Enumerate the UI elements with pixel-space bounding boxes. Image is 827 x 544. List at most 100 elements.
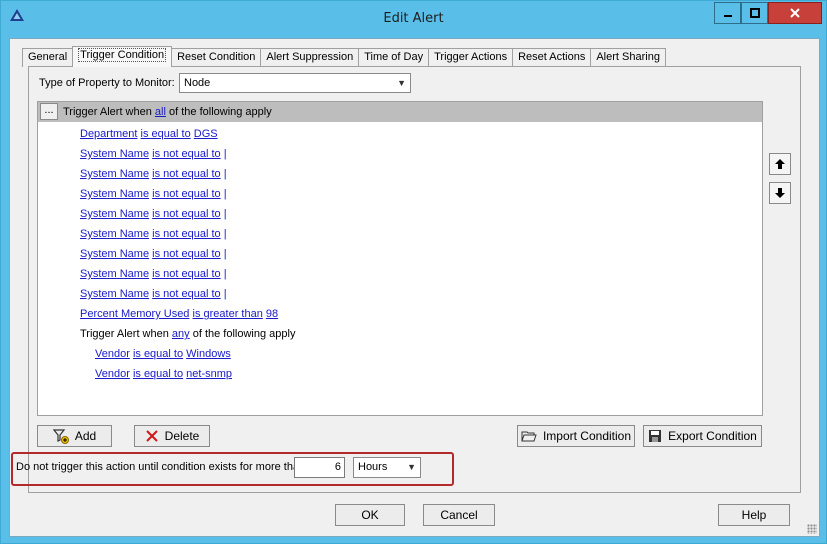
tab-time-of-day[interactable]: Time of Day xyxy=(358,48,430,67)
maximize-button[interactable] xyxy=(741,2,768,24)
duration-value-input[interactable]: 6 xyxy=(294,457,345,478)
condition-value[interactable]: | xyxy=(224,188,227,200)
save-disk-icon xyxy=(649,430,662,442)
arrow-up-icon xyxy=(775,159,785,169)
subgroup-prefix: Trigger Alert when xyxy=(80,328,169,340)
condition-group-header: ... Trigger Alert when all of the follow… xyxy=(38,102,762,122)
condition-value[interactable]: | xyxy=(224,228,227,240)
condition-value[interactable]: | xyxy=(224,248,227,260)
condition-row: System Name is not equal to | xyxy=(80,246,227,262)
condition-field[interactable]: System Name xyxy=(80,168,149,180)
cancel-button[interactable]: Cancel xyxy=(423,504,495,526)
folder-open-icon xyxy=(521,431,537,442)
duration-unit-select[interactable]: Hours ▼ xyxy=(353,457,421,478)
edit-alert-window: Edit Alert General Trigger Condition Res… xyxy=(0,0,827,544)
condition-field[interactable]: System Name xyxy=(80,288,149,300)
condition-field[interactable]: System Name xyxy=(80,188,149,200)
help-button[interactable]: Help xyxy=(718,504,790,526)
condition-field[interactable]: Department xyxy=(80,128,137,140)
condition-operator[interactable]: is not equal to xyxy=(152,188,221,200)
delete-condition-button[interactable]: Delete xyxy=(134,425,210,447)
condition-field[interactable]: System Name xyxy=(80,148,149,160)
title-bar[interactable]: Edit Alert xyxy=(1,1,826,37)
window-title: Edit Alert xyxy=(383,11,444,26)
tab-alert-sharing[interactable]: Alert Sharing xyxy=(590,48,666,67)
chevron-down-icon: ▼ xyxy=(407,462,416,472)
minimize-button[interactable] xyxy=(714,2,741,24)
condition-operator[interactable]: is equal to xyxy=(141,128,191,140)
ok-button[interactable]: OK xyxy=(335,504,405,526)
subgroup-suffix: of the following apply xyxy=(192,328,296,340)
condition-operator[interactable]: is equal to xyxy=(133,368,183,380)
condition-operator[interactable]: is equal to xyxy=(133,348,183,360)
subgroup-header: Trigger Alert when any of the following … xyxy=(80,326,295,342)
group-menu-button[interactable]: ... xyxy=(40,103,58,120)
condition-row: System Name is not equal to | xyxy=(80,226,227,242)
group-header-prefix: Trigger Alert when xyxy=(63,106,152,118)
group-header-suffix: of the following apply xyxy=(169,106,272,118)
condition-field[interactable]: Vendor xyxy=(95,368,130,380)
group-mode-link[interactable]: all xyxy=(155,106,166,118)
condition-operator[interactable]: is not equal to xyxy=(152,228,221,240)
condition-field[interactable]: System Name xyxy=(80,208,149,220)
condition-field[interactable]: System Name xyxy=(80,228,149,240)
condition-value[interactable]: net-snmp xyxy=(186,368,232,380)
import-condition-button[interactable]: Import Condition xyxy=(517,425,635,447)
condition-field[interactable]: Vendor xyxy=(95,348,130,360)
dialog-client-area: General Trigger Condition Reset Conditio… xyxy=(9,38,820,537)
condition-value[interactable]: | xyxy=(224,148,227,160)
tab-general[interactable]: General xyxy=(22,48,74,67)
condition-row: System Name is not equal to | xyxy=(80,206,227,222)
tab-reset-actions[interactable]: Reset Actions xyxy=(512,48,592,67)
minimize-icon xyxy=(723,15,732,17)
property-type-select[interactable]: Node ▼ xyxy=(179,73,411,93)
condition-value[interactable]: | xyxy=(224,268,227,280)
condition-value[interactable]: | xyxy=(224,208,227,220)
condition-field[interactable]: System Name xyxy=(80,268,149,280)
condition-operator[interactable]: is not equal to xyxy=(152,268,221,280)
tab-trigger-actions[interactable]: Trigger Actions xyxy=(428,48,514,67)
condition-field[interactable]: System Name xyxy=(80,248,149,260)
condition-operator[interactable]: is not equal to xyxy=(152,168,221,180)
condition-row: System Name is not equal to | xyxy=(80,186,227,202)
condition-tree[interactable]: ... Trigger Alert when all of the follow… xyxy=(37,101,763,416)
condition-operator[interactable]: is greater than xyxy=(193,308,263,320)
subgroup-mode-link[interactable]: any xyxy=(172,328,190,340)
condition-operator[interactable]: is not equal to xyxy=(152,208,221,220)
property-type-value: Node xyxy=(184,77,211,89)
condition-value[interactable]: | xyxy=(224,288,227,300)
tab-trigger-condition[interactable]: Trigger Condition xyxy=(72,46,173,67)
condition-row: System Name is not equal to | xyxy=(80,166,227,182)
condition-operator[interactable]: is not equal to xyxy=(152,288,221,300)
maximize-icon xyxy=(749,8,760,18)
condition-value[interactable]: | xyxy=(224,168,227,180)
arrow-down-icon xyxy=(775,188,785,198)
close-icon xyxy=(790,8,800,18)
export-condition-button[interactable]: Export Condition xyxy=(643,425,762,447)
condition-value[interactable]: DGS xyxy=(194,128,218,140)
condition-operator[interactable]: is not equal to xyxy=(152,148,221,160)
move-down-button[interactable] xyxy=(769,182,791,204)
condition-row: Department is equal to DGS xyxy=(80,126,218,142)
resize-grip[interactable] xyxy=(807,524,817,534)
tab-reset-condition[interactable]: Reset Condition xyxy=(171,48,262,67)
property-type-label: Type of Property to Monitor: xyxy=(39,77,175,89)
condition-field[interactable]: Percent Memory Used xyxy=(80,308,189,320)
move-up-button[interactable] xyxy=(769,153,791,175)
chevron-down-icon: ▼ xyxy=(397,78,406,88)
tab-alert-suppression[interactable]: Alert Suppression xyxy=(260,48,360,67)
condition-row: System Name is not equal to | xyxy=(80,146,227,162)
condition-row: System Name is not equal to | xyxy=(80,266,227,282)
condition-value[interactable]: Windows xyxy=(186,348,231,360)
filter-add-icon xyxy=(52,429,69,444)
add-condition-button[interactable]: Add xyxy=(37,425,112,447)
trigger-condition-panel: Type of Property to Monitor: Node ▼ ... … xyxy=(28,66,801,493)
condition-row: Vendor is equal to Windows xyxy=(95,346,231,362)
condition-value[interactable]: 98 xyxy=(266,308,278,320)
condition-row: Vendor is equal to net-snmp xyxy=(95,366,232,382)
condition-operator[interactable]: is not equal to xyxy=(152,248,221,260)
close-button[interactable] xyxy=(768,2,822,24)
delete-x-icon xyxy=(145,430,158,442)
tab-strip: General Trigger Condition Reset Conditio… xyxy=(22,46,666,67)
duration-label: Do not trigger this action until conditi… xyxy=(16,461,306,473)
